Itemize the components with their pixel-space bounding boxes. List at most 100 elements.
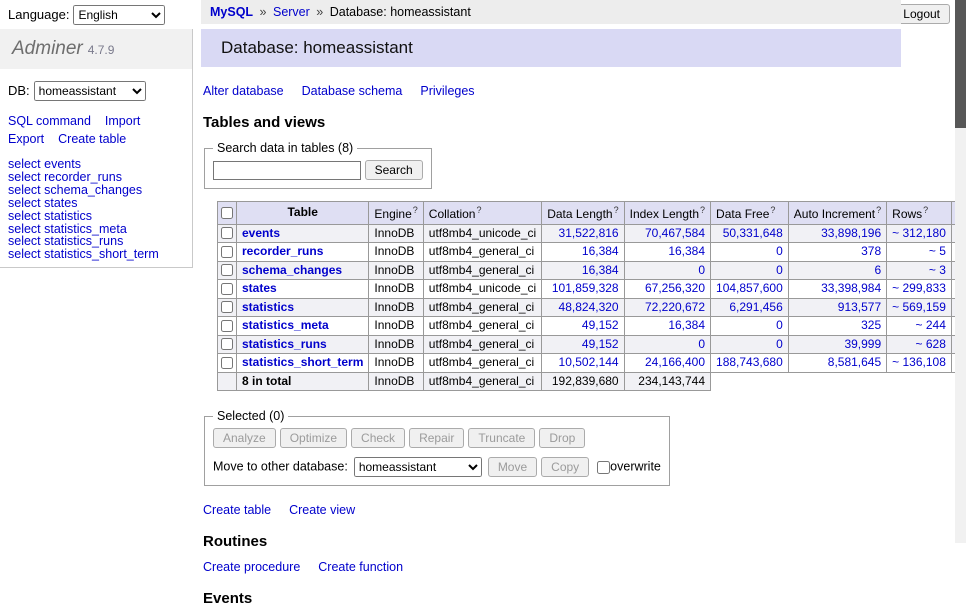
row-checkbox[interactable] bbox=[221, 301, 233, 313]
db-action-link[interactable]: Database schema bbox=[302, 84, 403, 98]
search-button[interactable]: Search bbox=[365, 160, 423, 180]
sidebar-command-link[interactable]: Export bbox=[8, 132, 44, 146]
row-checkbox[interactable] bbox=[221, 357, 233, 369]
row-checkbox-cell bbox=[218, 298, 237, 317]
drop-button[interactable]: Drop bbox=[539, 428, 585, 448]
sidebar-select-link[interactable]: select statistics bbox=[8, 210, 192, 223]
move-button[interactable]: Move bbox=[488, 457, 537, 477]
data-free-cell: 104,857,600 bbox=[711, 280, 789, 299]
row-checkbox[interactable] bbox=[221, 283, 233, 295]
help-link[interactable]: ? bbox=[700, 205, 705, 215]
sidebar-command-link[interactable]: SQL command bbox=[8, 114, 91, 128]
auto-increment-cell: 39,999 bbox=[788, 335, 886, 354]
search-input[interactable] bbox=[213, 161, 361, 180]
routine-link[interactable]: Create function bbox=[318, 560, 403, 574]
language-select[interactable]: English bbox=[73, 5, 165, 25]
routine-link[interactable]: Create procedure bbox=[203, 560, 300, 574]
sidebar-select-link[interactable]: select statistics_short_term bbox=[8, 248, 192, 261]
table-name-cell: statistics_meta bbox=[237, 317, 369, 336]
breadcrumb-server-type-link[interactable]: MySQL bbox=[210, 5, 253, 19]
sidebar-command-link[interactable]: Import bbox=[105, 114, 140, 128]
rows-cell: ~ 244 bbox=[887, 317, 952, 336]
row-checkbox[interactable] bbox=[221, 227, 233, 239]
db-action-links: Alter database Database schema Privileges bbox=[203, 83, 901, 98]
table-name-link[interactable]: statistics_short_term bbox=[242, 355, 363, 369]
breadcrumb-separator: » bbox=[260, 5, 267, 19]
help-link[interactable]: ? bbox=[923, 205, 928, 215]
table-name-link[interactable]: events bbox=[242, 226, 280, 240]
table-name-link[interactable]: schema_changes bbox=[242, 263, 342, 277]
tables-heading: Tables and views bbox=[203, 114, 901, 131]
collation-cell: utf8mb4_general_ci bbox=[423, 298, 541, 317]
move-db-select[interactable]: homeassistant bbox=[354, 457, 482, 477]
row-checkbox-cell bbox=[218, 243, 237, 262]
search-legend: Search data in tables (8) bbox=[213, 141, 357, 155]
help-link[interactable]: ? bbox=[770, 205, 775, 215]
engine-cell: InnoDB bbox=[369, 280, 423, 299]
sidebar: Adminer4.7.9 DB: homeassistant SQL comman… bbox=[0, 29, 193, 268]
select-all-checkbox[interactable] bbox=[221, 207, 233, 219]
help-link[interactable]: ? bbox=[876, 205, 881, 215]
column-header-index-length: Index Length? bbox=[624, 202, 710, 225]
selected-operations: AnalyzeOptimizeCheckRepairTruncateDrop bbox=[213, 428, 661, 448]
table-name-link[interactable]: statistics_meta bbox=[242, 318, 329, 332]
db-action-link[interactable]: Alter database bbox=[203, 84, 284, 98]
optimize-button[interactable]: Optimize bbox=[280, 428, 347, 448]
column-header-data-free: Data Free? bbox=[711, 202, 789, 225]
breadcrumb-server-link[interactable]: Server bbox=[273, 5, 310, 19]
table-name-link[interactable]: statistics_runs bbox=[242, 337, 327, 351]
help-link[interactable]: ? bbox=[614, 205, 619, 215]
breadcrumb-current: Database: homeassistant bbox=[330, 5, 471, 19]
create-link[interactable]: Create view bbox=[289, 503, 355, 517]
row-checkbox[interactable] bbox=[221, 264, 233, 276]
tables-list: TableEngine?Collation?Data Length?Index … bbox=[217, 201, 966, 391]
collation-cell: utf8mb4_unicode_ci bbox=[423, 280, 541, 299]
table-name-cell: statistics_short_term bbox=[237, 354, 369, 373]
analyze-button[interactable]: Analyze bbox=[213, 428, 276, 448]
create-links: Create table Create view bbox=[203, 502, 901, 517]
repair-button[interactable]: Repair bbox=[409, 428, 464, 448]
column-header-rows: Rows? bbox=[887, 202, 952, 225]
check-button[interactable]: Check bbox=[351, 428, 405, 448]
data-free-cell: 188,743,680 bbox=[711, 354, 789, 373]
language-bar: Language:English bbox=[8, 5, 165, 25]
overwrite-checkbox[interactable] bbox=[597, 461, 610, 474]
selected-legend: Selected (0) bbox=[213, 409, 288, 423]
totals-data-length-cell: 192,839,680 bbox=[542, 372, 624, 391]
help-link[interactable]: ? bbox=[413, 205, 418, 215]
sidebar-select-link[interactable]: select states bbox=[8, 197, 192, 210]
scrollbar-thumb[interactable] bbox=[955, 0, 966, 128]
table-name-link[interactable]: statistics bbox=[242, 300, 294, 314]
table-name-cell: statistics bbox=[237, 298, 369, 317]
row-checkbox-cell bbox=[218, 354, 237, 373]
row-checkbox-cell bbox=[218, 280, 237, 299]
totals-collation-cell: utf8mb4_general_ci bbox=[423, 372, 541, 391]
help-link[interactable]: ? bbox=[476, 205, 481, 215]
row-checkbox[interactable] bbox=[221, 320, 233, 332]
breadcrumb-separator: » bbox=[316, 5, 323, 19]
index-length-cell: 24,166,400 bbox=[624, 354, 710, 373]
logout-button[interactable]: Logout bbox=[893, 4, 950, 24]
rows-cell: ~ 628 bbox=[887, 335, 952, 354]
sidebar-command-link[interactable]: Create table bbox=[58, 132, 126, 146]
scrollbar[interactable] bbox=[955, 0, 966, 543]
db-label: DB: bbox=[8, 83, 30, 98]
adminer-home-link[interactable]: Adminer bbox=[12, 38, 83, 59]
table-name-cell: schema_changes bbox=[237, 261, 369, 280]
table-name-cell: states bbox=[237, 280, 369, 299]
data-length-cell: 101,859,328 bbox=[542, 280, 624, 299]
row-checkbox[interactable] bbox=[221, 338, 233, 350]
truncate-button[interactable]: Truncate bbox=[468, 428, 535, 448]
row-checkbox[interactable] bbox=[221, 246, 233, 258]
sidebar-select-link[interactable]: select events bbox=[8, 158, 192, 171]
sidebar-select-link[interactable]: select recorder_runs bbox=[8, 171, 192, 184]
collation-cell: utf8mb4_general_ci bbox=[423, 317, 541, 336]
copy-button[interactable]: Copy bbox=[541, 457, 589, 477]
create-link[interactable]: Create table bbox=[203, 503, 271, 517]
table-name-link[interactable]: states bbox=[242, 281, 277, 295]
sidebar-select-link[interactable]: select schema_changes bbox=[8, 184, 192, 197]
db-action-link[interactable]: Privileges bbox=[420, 84, 474, 98]
db-select[interactable]: homeassistant bbox=[34, 81, 146, 101]
table-name-link[interactable]: recorder_runs bbox=[242, 244, 323, 258]
adminer-logo: Adminer4.7.9 bbox=[0, 29, 192, 69]
